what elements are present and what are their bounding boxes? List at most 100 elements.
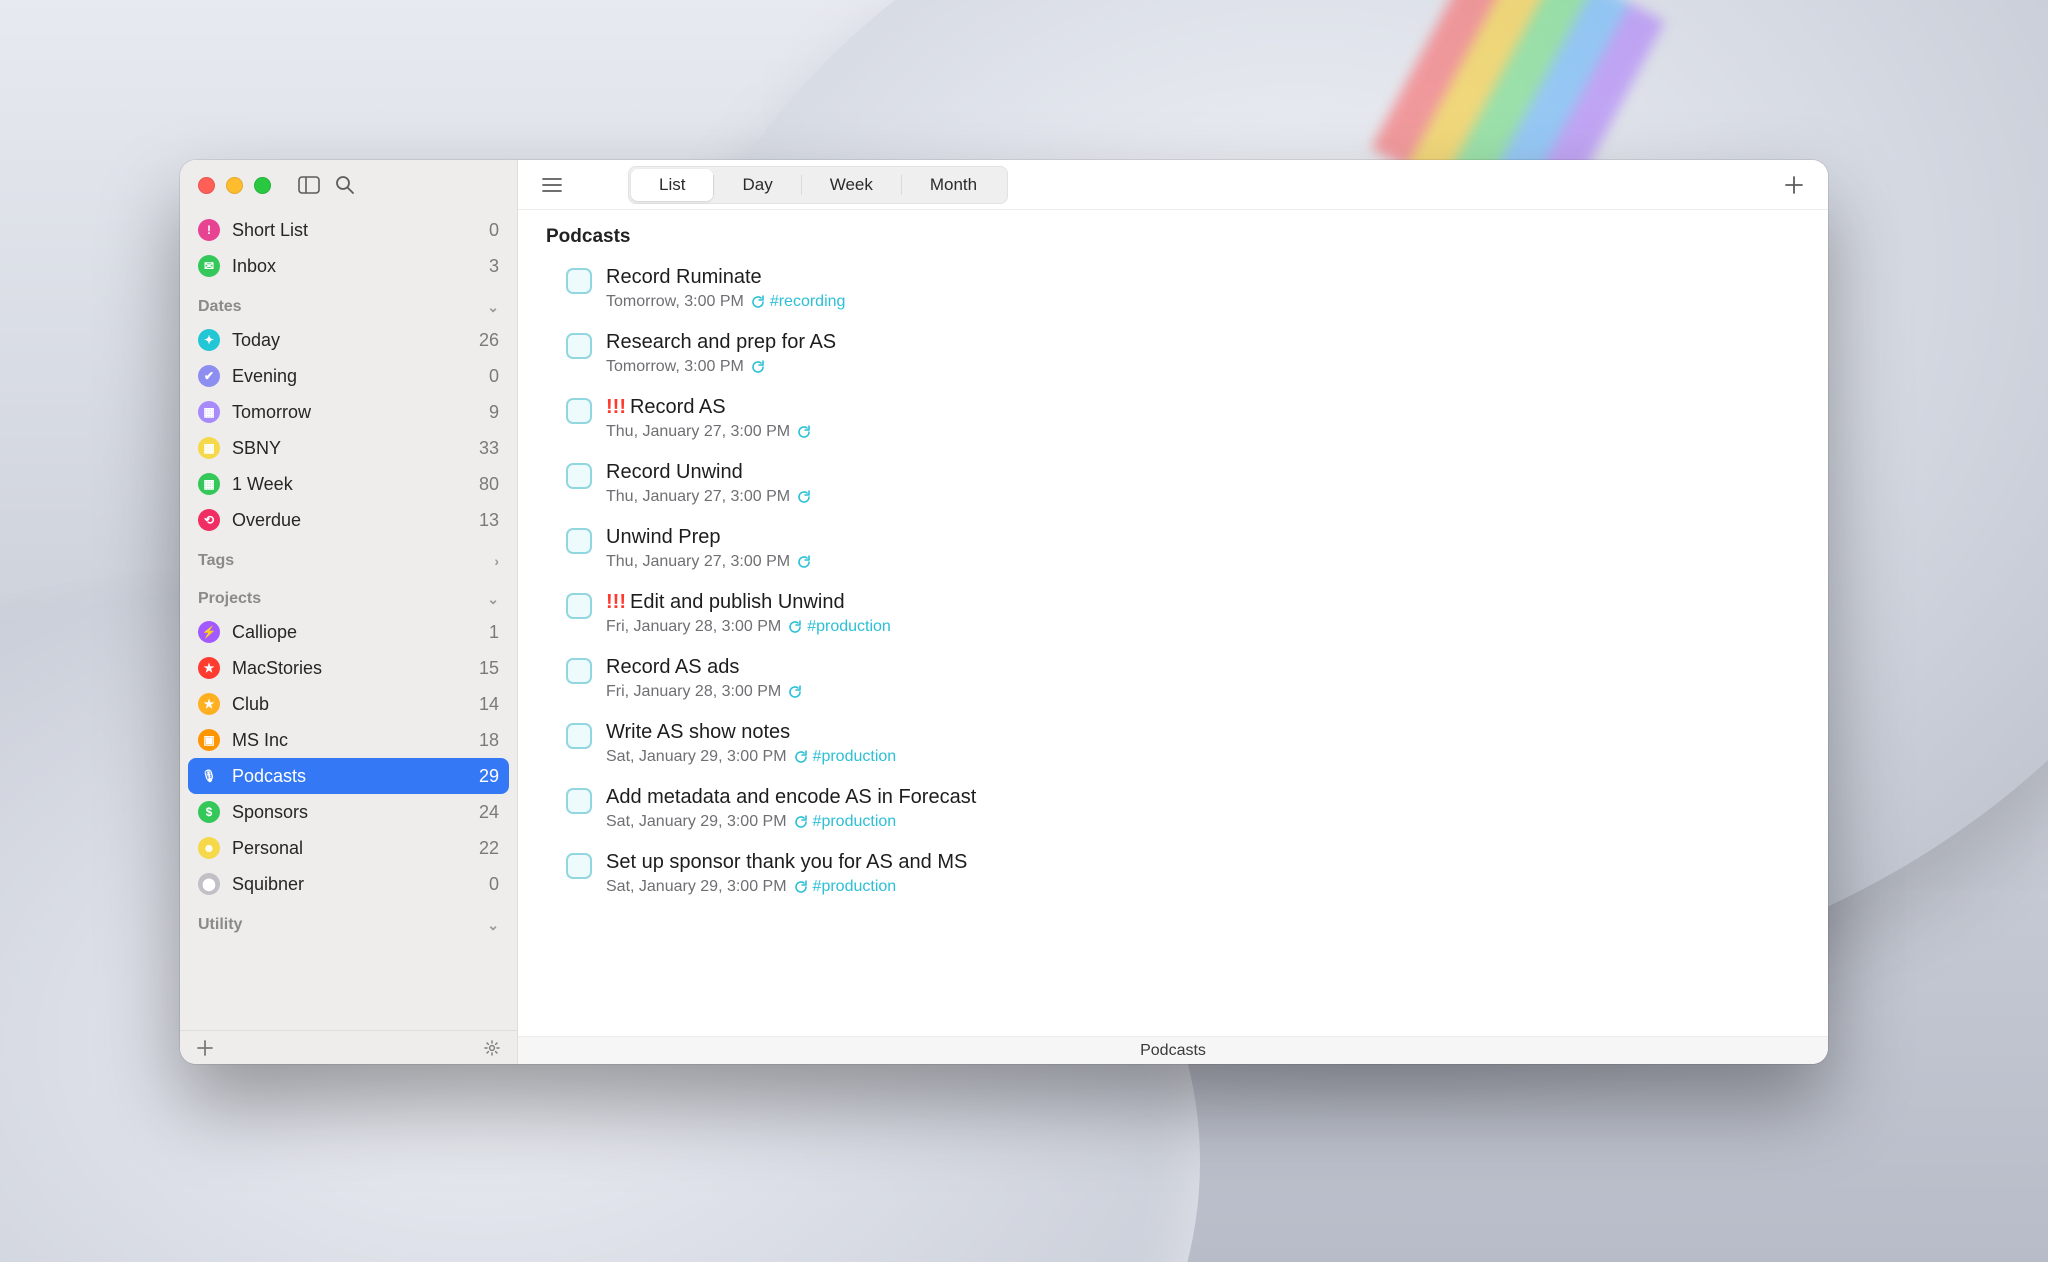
task-checkbox[interactable]	[566, 658, 592, 684]
sidebar-item-count: 13	[479, 510, 499, 531]
sidebar-item-count: 0	[489, 874, 499, 895]
task-title: !!!Edit and publish Unwind	[606, 591, 891, 614]
sidebar-item-evening[interactable]: ✔Evening0	[180, 358, 517, 394]
task-date: Sat, January 29, 3:00 PM	[606, 813, 787, 831]
view-tab-list[interactable]: List	[631, 169, 713, 201]
task-row[interactable]: Unwind PrepThu, January 27, 3:00 PM	[546, 518, 1828, 583]
section-heading-label: Dates	[198, 298, 487, 316]
task-checkbox[interactable]	[566, 528, 592, 554]
sidebar-item-personal[interactable]: ☻Personal22	[180, 830, 517, 866]
task-list[interactable]: Record RuminateTomorrow, 3:00 PM#recordi…	[518, 258, 1828, 1036]
zoom-window-button[interactable]	[254, 177, 271, 194]
sidebar-item-label: MacStories	[232, 658, 467, 679]
sidebar-section-utility[interactable]: Utility⌄	[180, 902, 517, 940]
task-row[interactable]: Record UnwindThu, January 27, 3:00 PM	[546, 453, 1828, 518]
sidebar-item-inbox[interactable]: ✉Inbox3	[180, 248, 517, 284]
task-meta: Sat, January 29, 3:00 PM#production	[606, 748, 896, 766]
sidebar-item-overdue[interactable]: ⟲Overdue13	[180, 502, 517, 538]
search-button[interactable]	[331, 171, 359, 199]
repeat-icon	[793, 750, 807, 764]
task-checkbox[interactable]	[566, 788, 592, 814]
sidebar-item-today[interactable]: ✦Today26	[180, 322, 517, 358]
sidebar-section-dates[interactable]: Dates⌄	[180, 284, 517, 322]
search-icon	[335, 175, 355, 195]
task-meta: Thu, January 27, 3:00 PM	[606, 423, 810, 441]
task-date: Tomorrow, 3:00 PM	[606, 358, 744, 376]
sidebar-settings-button[interactable]	[481, 1037, 503, 1059]
sidebar-item-count: 33	[479, 438, 499, 459]
list-icon: ☻	[198, 837, 220, 859]
task-row[interactable]: Write AS show notes Sat, January 29, 3:00…	[546, 713, 1828, 778]
minimize-window-button[interactable]	[226, 177, 243, 194]
view-tab-week[interactable]: Week	[802, 169, 901, 201]
add-list-button[interactable]	[194, 1037, 216, 1059]
close-window-button[interactable]	[198, 177, 215, 194]
sidebar-item-short-list[interactable]: !Short List0	[180, 212, 517, 248]
task-checkbox[interactable]	[566, 333, 592, 359]
task-row[interactable]: Record AS adsFri, January 28, 3:00 PM	[546, 648, 1828, 713]
sidebar-item-label: Calliope	[232, 622, 477, 643]
sidebar-item-label: Today	[232, 330, 467, 351]
sidebar-item-tomorrow[interactable]: ▦Tomorrow9	[180, 394, 517, 430]
sidebar-item-podcasts[interactable]: 🎙Podcasts29	[188, 758, 509, 794]
task-tag[interactable]: #production	[807, 618, 891, 636]
task-row[interactable]: !!!Edit and publish UnwindFri, January 2…	[546, 583, 1828, 648]
sidebar-item-1-week[interactable]: ▦1 Week80	[180, 466, 517, 502]
view-tab-day[interactable]: Day	[714, 169, 800, 201]
task-checkbox[interactable]	[566, 463, 592, 489]
sidebar-item-label: Evening	[232, 366, 477, 387]
task-row[interactable]: Set up sponsor thank you for AS and MSSa…	[546, 843, 1828, 908]
add-task-button[interactable]	[1780, 171, 1808, 199]
task-checkbox[interactable]	[566, 853, 592, 879]
sidebar-footer	[180, 1030, 517, 1064]
task-row[interactable]: Record RuminateTomorrow, 3:00 PM#recordi…	[546, 258, 1828, 323]
sidebar-item-count: 3	[489, 256, 499, 277]
list-icon: $	[198, 801, 220, 823]
sidebar-section-projects[interactable]: Projects⌄	[180, 576, 517, 614]
sidebar-item-macstories[interactable]: ★MacStories15	[180, 650, 517, 686]
sidebar-item-label: 1 Week	[232, 474, 467, 495]
sidebar-item-count: 15	[479, 658, 499, 679]
task-title: Research and prep for AS	[606, 331, 836, 354]
task-title: Write AS show notes	[606, 721, 896, 744]
view-segmented-control[interactable]: ListDayWeekMonth	[628, 166, 1008, 204]
task-meta: Thu, January 27, 3:00 PM	[606, 553, 810, 571]
main-pane: ListDayWeekMonth Podcasts Record Ruminat…	[518, 160, 1828, 1064]
task-row[interactable]: Add metadata and encode AS in ForecastSa…	[546, 778, 1828, 843]
sidebar-item-club[interactable]: ★Club14	[180, 686, 517, 722]
task-checkbox[interactable]	[566, 593, 592, 619]
sidebar-item-label: Podcasts	[232, 766, 467, 787]
sidebar-section-tags[interactable]: Tags›	[180, 538, 517, 576]
priority-indicator: !!!	[606, 396, 626, 418]
task-row[interactable]: !!!Record ASThu, January 27, 3:00 PM	[546, 388, 1828, 453]
list-icon: !	[198, 219, 220, 241]
view-tab-month[interactable]: Month	[902, 169, 1005, 201]
task-tag[interactable]: #production	[813, 748, 897, 766]
task-checkbox[interactable]	[566, 723, 592, 749]
task-tag[interactable]: #production	[813, 878, 897, 896]
task-checkbox[interactable]	[566, 398, 592, 424]
bottom-status-bar: Podcasts	[518, 1036, 1828, 1064]
task-tag[interactable]: #recording	[770, 293, 846, 311]
window-traffic-lights[interactable]	[198, 177, 271, 194]
sidebar-item-calliope[interactable]: ⚡Calliope1	[180, 614, 517, 650]
sidebar-item-count: 9	[489, 402, 499, 423]
sidebar-item-sbny[interactable]: ▦SBNY33	[180, 430, 517, 466]
task-row[interactable]: Research and prep for AS Tomorrow, 3:00 P…	[546, 323, 1828, 388]
sidebar-item-sponsors[interactable]: $Sponsors24	[180, 794, 517, 830]
sidebar-item-ms-inc[interactable]: ▣MS Inc18	[180, 722, 517, 758]
repeat-icon	[787, 620, 801, 634]
sidebar-item-label: SBNY	[232, 438, 467, 459]
toggle-sidebar-button[interactable]	[295, 171, 323, 199]
repeat-icon	[796, 425, 810, 439]
view-menu-button[interactable]	[538, 171, 566, 199]
task-checkbox[interactable]	[566, 268, 592, 294]
plus-icon	[1784, 175, 1804, 195]
task-tag[interactable]: #production	[813, 813, 897, 831]
list-icon: ▦	[198, 473, 220, 495]
task-date: Thu, January 27, 3:00 PM	[606, 488, 790, 506]
list-icon: ▣	[198, 729, 220, 751]
bottom-status-text: Podcasts	[1140, 1042, 1206, 1060]
sidebar-item-count: 24	[479, 802, 499, 823]
sidebar-item-squibner[interactable]: ⬤Squibner0	[180, 866, 517, 902]
